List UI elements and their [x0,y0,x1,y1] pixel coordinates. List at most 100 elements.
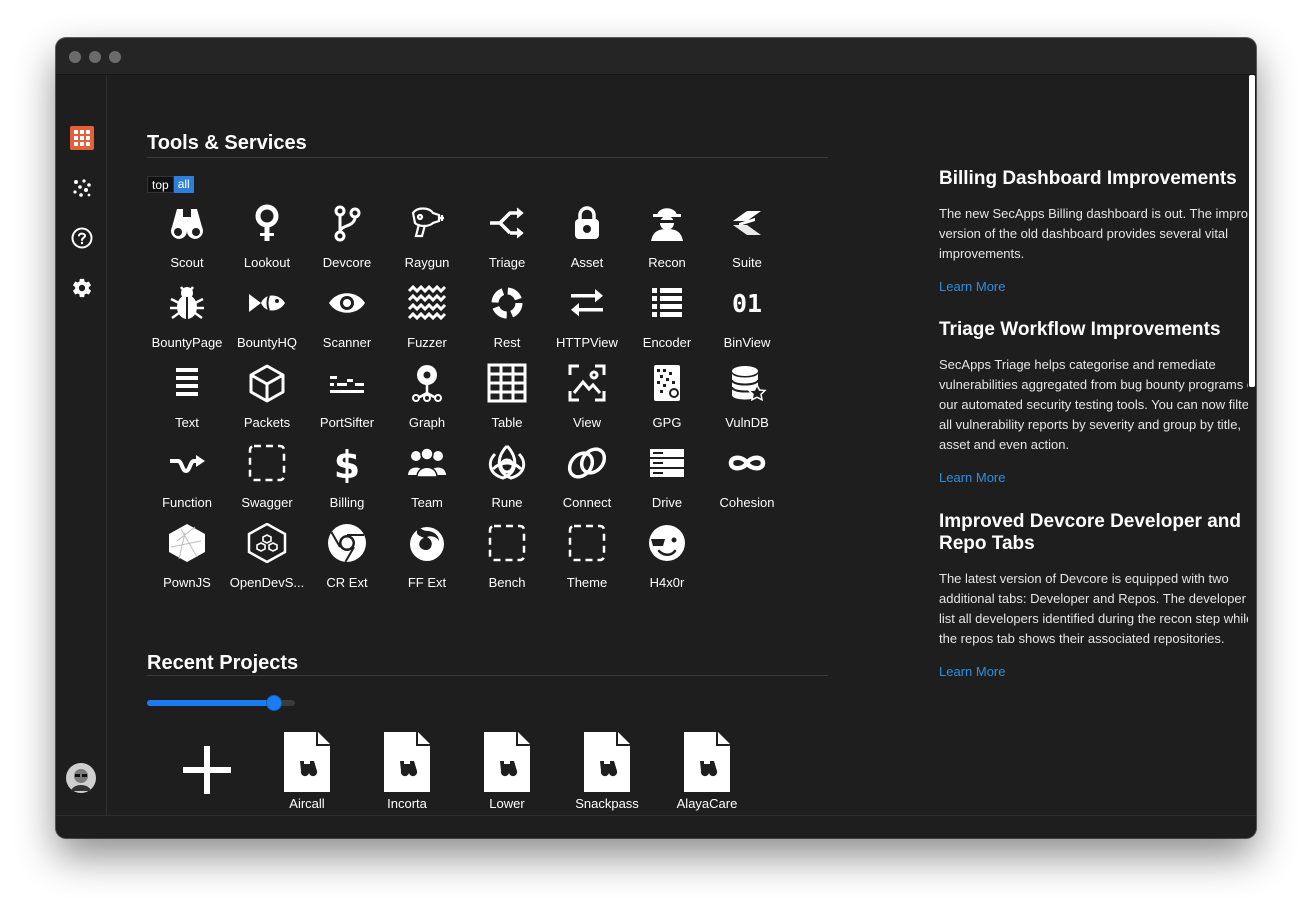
tool-label: HTTPView [556,335,618,350]
tool-rest[interactable]: Rest [467,277,547,357]
tool-devcore[interactable]: Devcore [307,197,387,277]
section-divider [147,157,828,158]
tool-table[interactable]: Table [467,357,547,437]
sidebar-item-settings[interactable] [69,275,95,301]
main-scrollbar[interactable] [1248,75,1256,815]
tool-label: H4x0r [649,575,685,590]
tool-triage[interactable]: Triage [467,197,547,277]
title-bar [56,38,1256,75]
tool-swagger[interactable]: Swagger [227,437,307,517]
project-label: AlayaCare [676,796,738,811]
tool-recon[interactable]: Recon [627,197,707,277]
tool-label: Bench [488,575,526,590]
tool-h4x0r[interactable]: H4x0r [627,517,707,597]
tool-label: Lookout [243,255,291,270]
filter-all-button[interactable]: all [173,176,194,193]
project-item[interactable]: Incorta [357,730,457,815]
tool-binview[interactable]: 01 BinView [707,277,787,357]
tool-cr-ext[interactable]: CR Ext [307,517,387,597]
project-label: Incorta [387,796,427,811]
tool-lookout[interactable]: Lookout [227,197,307,277]
tool-label: Raygun [404,255,450,270]
main-content: Tools & Services top all Scout Lookout D… [107,75,1256,815]
sidebar-item-help[interactable] [69,225,95,251]
tool-pownjs[interactable]: PownJS [147,517,227,597]
project-item[interactable]: Snackpass [557,730,657,815]
news-title: Improved Devcore Developer and Repo Tabs [939,511,1241,554]
learn-more-link[interactable]: Learn More [939,470,1005,485]
tool-text[interactable]: Text [147,357,227,437]
tool-portsifter[interactable]: PortSifter [307,357,387,437]
tool-label: BountyHQ [237,335,297,350]
scrollbar-thumb[interactable] [1249,75,1255,387]
project-item[interactable]: AlayaCare [657,730,757,815]
tool-bountypage[interactable]: BountyPage [147,277,227,357]
dashed-square-icon [568,524,606,562]
minimize-window-button[interactable] [89,51,101,63]
hexagon-cubes-icon [247,523,287,563]
tool-cohesion[interactable]: Cohesion [707,437,787,517]
tool-raygun[interactable]: Raygun [387,197,467,277]
raygun-icon [411,207,444,238]
tool-suite[interactable]: Suite [707,197,787,277]
tool-label: Devcore [322,255,372,270]
apps-grid-icon [70,126,94,150]
tool-bench[interactable]: Bench [467,517,547,597]
tool-label: Suite [732,255,762,270]
tool-team[interactable]: Team [387,437,467,517]
tool-connect[interactable]: Connect [547,437,627,517]
tool-ff-ext[interactable]: FF Ext [387,517,467,597]
learn-more-link[interactable]: Learn More [939,664,1005,679]
learn-more-link[interactable]: Learn More [939,279,1005,294]
tool-httpview[interactable]: HTTPView [547,277,627,357]
sidebar-item-apps[interactable] [69,125,95,151]
tool-view[interactable]: View [547,357,627,437]
close-window-button[interactable] [69,51,81,63]
tool-function[interactable]: Function [147,437,227,517]
waves-icon [407,284,447,321]
news-body: SecApps Triage helps categorise and reme… [939,357,1256,452]
news-title: Triage Workflow Improvements [939,319,1221,340]
sidebar [56,75,107,834]
tool-scanner[interactable]: Scanner [307,277,387,357]
tool-rune[interactable]: Rune [467,437,547,517]
tool-theme[interactable]: Theme [547,517,627,597]
avatar [66,763,96,793]
slider-thumb[interactable] [266,695,282,711]
tool-label: Connect [562,495,612,510]
tool-gpg[interactable]: GPG [627,357,707,437]
tool-bountyhq[interactable]: BountyHQ [227,277,307,357]
projects-zoom-slider[interactable] [147,695,297,711]
dashed-square-icon [248,444,286,482]
filter-top-button[interactable]: top [147,176,174,193]
suite-logo-icon [733,211,761,235]
tool-opendevsecops[interactable]: OpenDevS... [227,517,307,597]
tool-fuzzer[interactable]: Fuzzer [387,277,467,357]
tool-graph[interactable]: Graph [387,357,467,437]
project-item[interactable]: Aircall [257,730,357,815]
image-view-icon [568,364,606,402]
zoom-window-button[interactable] [109,51,121,63]
tool-scout[interactable]: Scout [147,197,227,277]
tool-label: Function [162,495,212,510]
tool-billing[interactable]: $ Billing [307,437,387,517]
news-item: Billing Dashboard Improvements The new S… [939,168,1256,296]
server-icon [650,449,684,477]
tool-vulndb[interactable]: VulnDB [707,357,787,437]
list-icon [652,288,682,317]
tool-label: Asset [570,255,604,270]
news-body: The latest version of Devcore is equippe… [939,571,1256,646]
tool-label: View [573,415,601,430]
tool-packets[interactable]: Packets [227,357,307,437]
tool-encoder[interactable]: Encoder [627,277,707,357]
user-avatar[interactable] [66,763,96,793]
tool-drive[interactable]: Drive [627,437,707,517]
tool-label: CR Ext [326,575,368,590]
new-project-button[interactable] [157,730,257,815]
tool-label: Scanner [322,335,372,350]
project-item[interactable]: Lower [457,730,557,815]
sidebar-item-network[interactable] [69,175,95,201]
dollar-icon: $ [334,443,360,483]
tool-asset[interactable]: Asset [547,197,627,277]
tool-label: OpenDevS... [229,575,305,590]
